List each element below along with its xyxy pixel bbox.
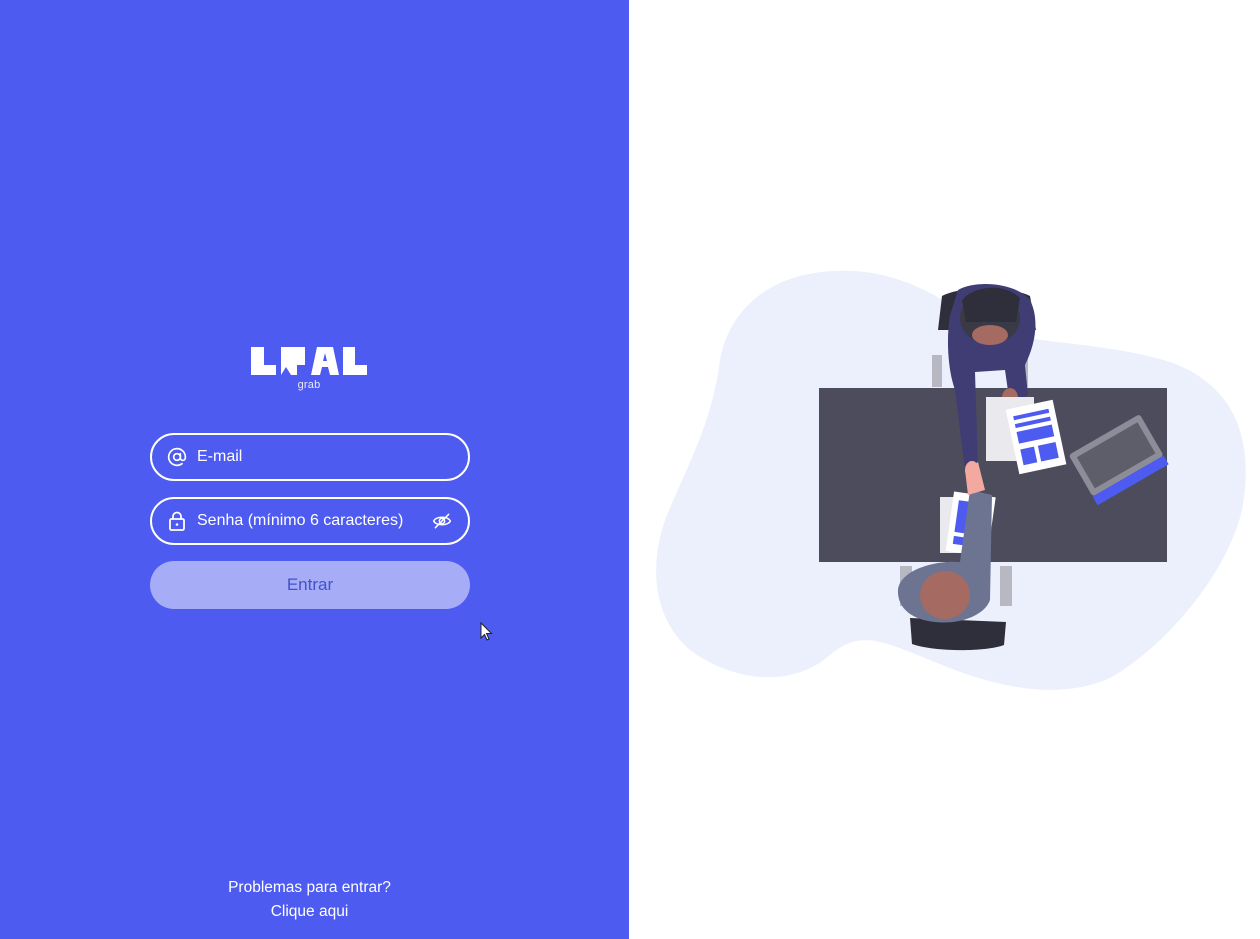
password-placeholder: Senha (mínimo 6 caracteres): [197, 512, 404, 529]
login-panel: grab E-mail Senha (mínimo 6 caracteres): [0, 0, 629, 939]
handshake-illustration: [656, 270, 1246, 690]
illustration-panel: [629, 0, 1260, 939]
grab-logo-icon: [251, 347, 367, 375]
brand-logo: grab: [250, 346, 368, 396]
email-placeholder: E-mail: [197, 448, 243, 465]
lock-icon: [166, 510, 188, 532]
mouse-pointer-icon: [480, 621, 494, 647]
password-field[interactable]: Senha (mínimo 6 caracteres): [150, 497, 470, 545]
help-link[interactable]: Clique aqui: [0, 903, 619, 921]
login-page: grab E-mail Senha (mínimo 6 caracteres): [0, 0, 1260, 939]
help-question: Problemas para entrar?: [228, 879, 391, 896]
at-sign-icon: [166, 446, 188, 468]
eye-off-icon[interactable]: [430, 509, 454, 533]
login-button[interactable]: Entrar: [150, 561, 470, 609]
email-field[interactable]: E-mail: [150, 433, 470, 481]
brand-subtitle: grab: [297, 379, 321, 391]
